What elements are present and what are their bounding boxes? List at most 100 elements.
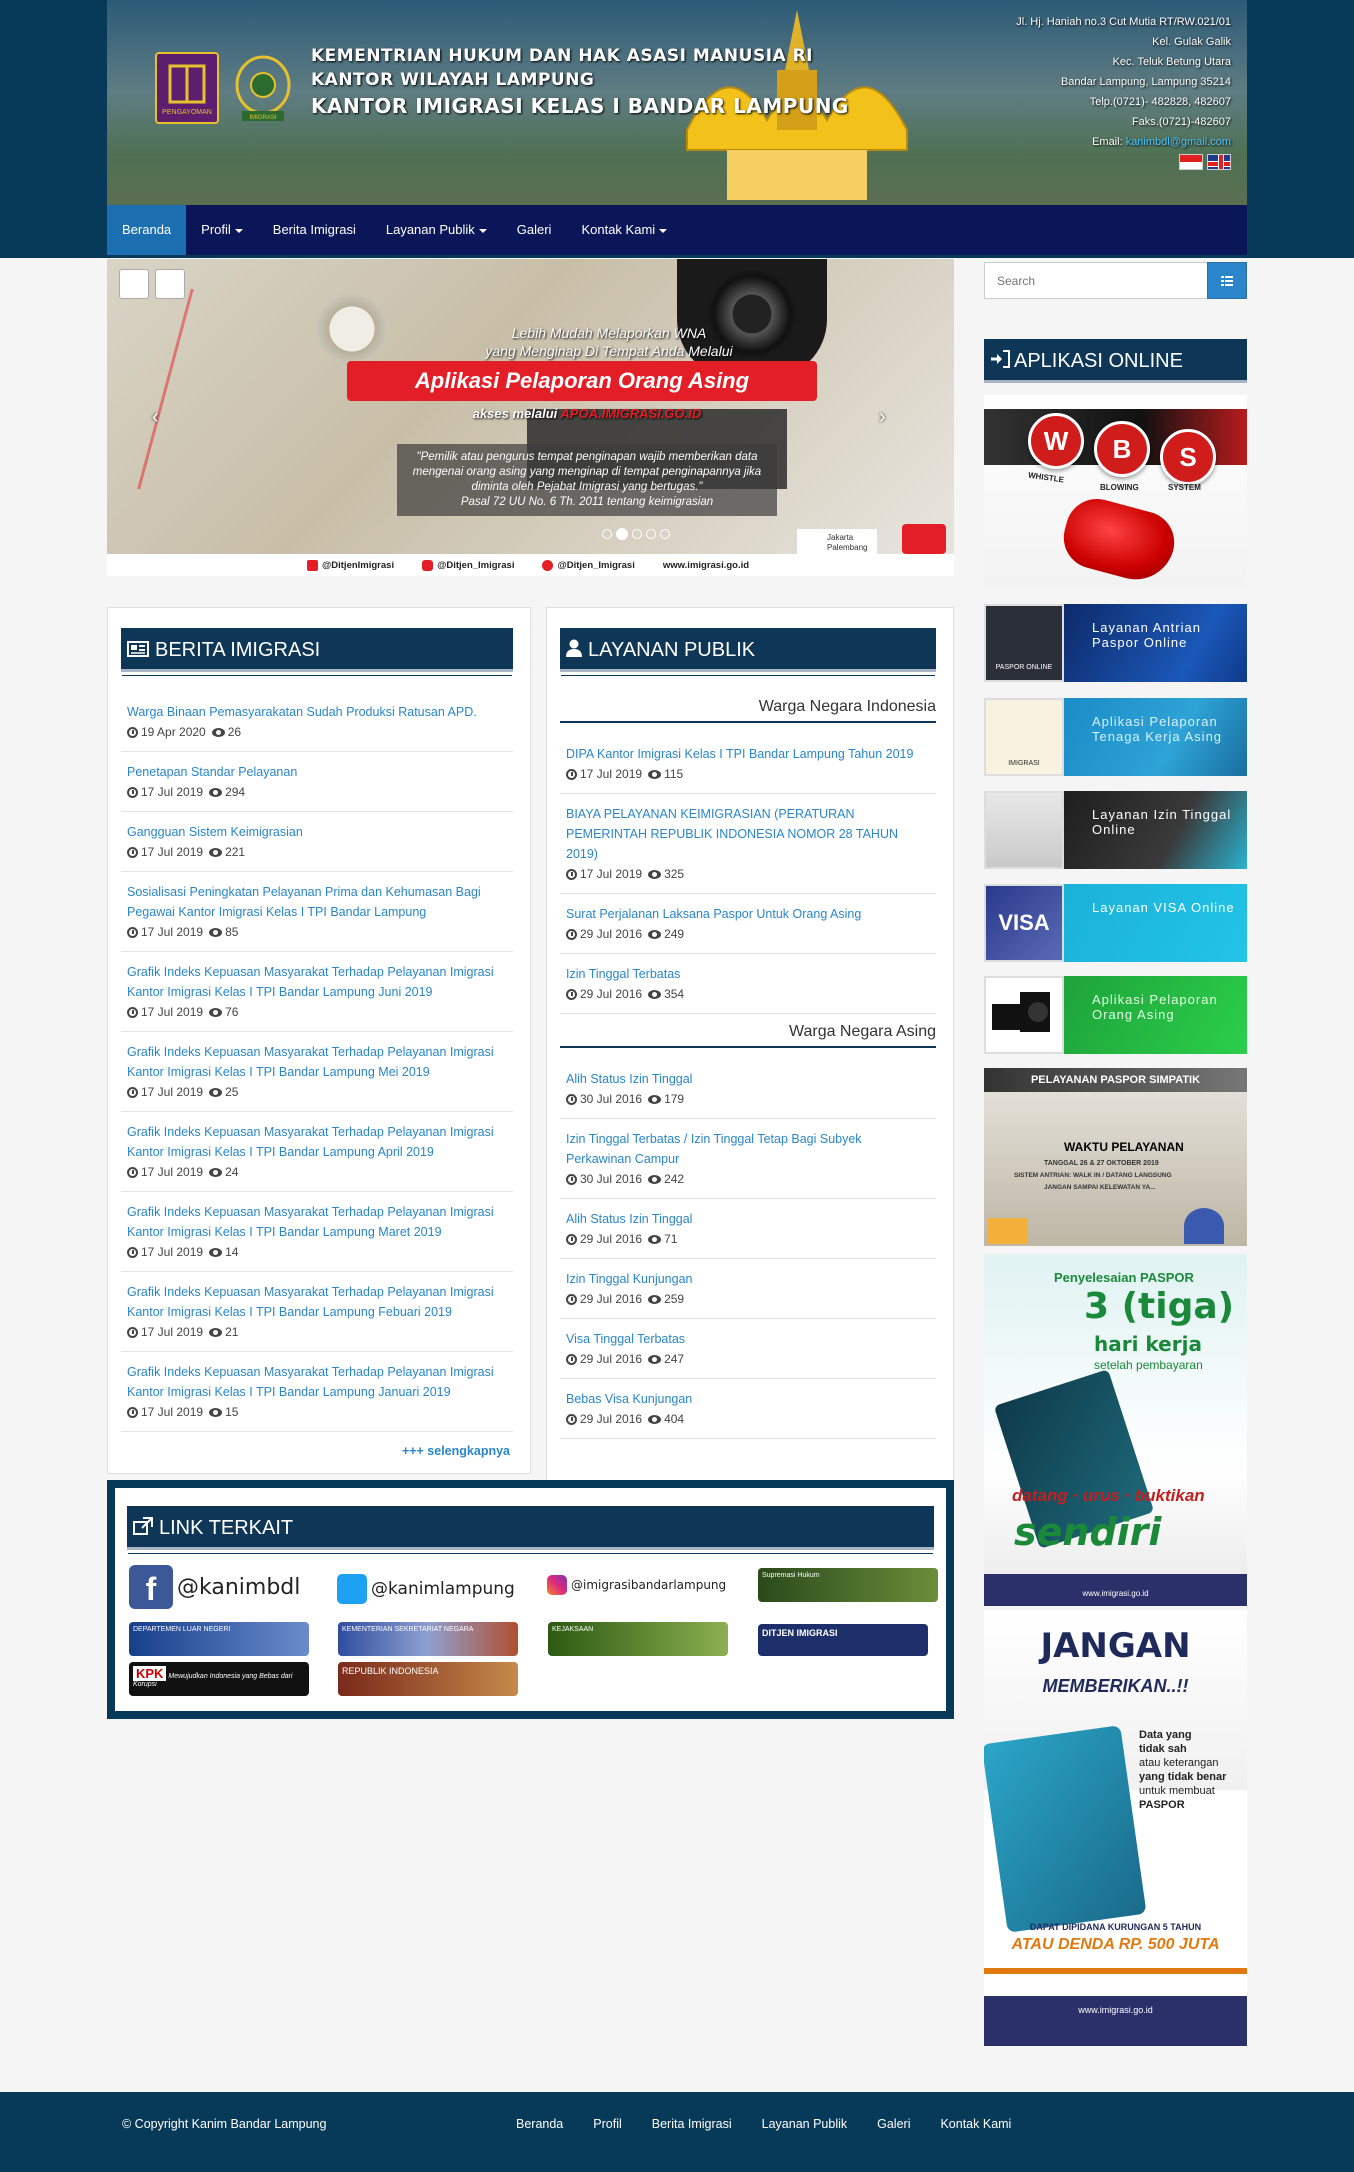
footer-link-layanan[interactable]: Layanan Publik — [762, 2117, 847, 2131]
item-title-link[interactable]: Izin Tinggal Terbatas / Izin Tinggal Tet… — [566, 1129, 930, 1169]
sekneg-banner[interactable]: KEMENTERIAN SEKRETARIAT NEGARA — [338, 1622, 518, 1656]
republik-indonesia-banner[interactable]: REPUBLIK INDONESIA — [338, 1662, 518, 1696]
item-title-link[interactable]: Surat Perjalanan Laksana Paspor Untuk Or… — [566, 904, 930, 924]
paspor-online-link[interactable]: PASPOR ONLINE Layanan Antrian Paspor Onl… — [984, 604, 1247, 682]
item-title-link[interactable]: Grafik Indeks Kepuasan Masyarakat Terhad… — [127, 1122, 507, 1162]
eye-icon — [648, 1234, 662, 1244]
item-title-link[interactable]: Sosialisasi Peningkatan Pelayanan Prima … — [127, 882, 507, 922]
item-views: 24 — [225, 1165, 239, 1179]
item-views: 179 — [664, 1092, 685, 1106]
deplu-banner[interactable]: DEPARTEMEN LUAR NEGERI — [129, 1622, 309, 1656]
clock-icon — [566, 988, 577, 1000]
eye-icon — [209, 847, 223, 857]
facebook-icon: f — [129, 1565, 173, 1609]
item-views: 325 — [664, 867, 685, 881]
item-title-link[interactable]: Gangguan Sistem Keimigrasian — [127, 822, 507, 842]
promo-carousel[interactable]: Lebih Mudah Melaporkan WNA yang Menginap… — [107, 259, 954, 576]
footer-link-beranda[interactable]: Beranda — [516, 2117, 563, 2131]
compass-image — [317, 294, 387, 364]
izin-tinggal-link[interactable]: Layanan Izin Tinggal Online — [984, 791, 1247, 869]
footer-nav: Beranda Profil Berita Imigrasi Layanan P… — [516, 2117, 1011, 2131]
search-box — [984, 262, 1247, 299]
carousel-dot[interactable] — [602, 529, 612, 539]
ditjen-imigrasi-banner[interactable]: DITJEN IMIGRASI — [758, 1624, 928, 1656]
apoa-link[interactable]: Aplikasi Pelaporan Orang Asing — [984, 976, 1247, 1054]
item-title-link[interactable]: DIPA Kantor Imigrasi Kelas I TPI Bandar … — [566, 744, 930, 764]
list-item: Visa Tinggal Terbatas 29 Jul 2016 247 — [560, 1319, 936, 1379]
instagram-link[interactable]: @imigrasibandarlampung — [547, 1568, 726, 1602]
eye-icon — [648, 1174, 662, 1184]
carousel-dot[interactable] — [646, 529, 656, 539]
item-meta: 17 Jul 2019 76 — [127, 1002, 507, 1022]
item-title-link[interactable]: Penetapan Standar Pelayanan — [127, 762, 507, 782]
eye-icon — [648, 1354, 662, 1364]
clock-icon — [566, 868, 577, 880]
supremasi-hukum-banner[interactable]: Supremasi Hukum — [758, 1568, 938, 1602]
list-item: DIPA Kantor Imigrasi Kelas I TPI Bandar … — [560, 734, 936, 794]
item-meta: 29 Jul 2016 259 — [566, 1289, 930, 1309]
item-title-link[interactable]: Bebas Visa Kunjungan — [566, 1389, 930, 1409]
item-date: 17 Jul 2019 — [141, 785, 204, 799]
item-title-link[interactable]: Warga Binaan Pemasyarakatan Sudah Produk… — [127, 702, 507, 722]
tka-link[interactable]: IMIGRASI Aplikasi Pelaporan Tenaga Kerja… — [984, 698, 1247, 776]
carousel-social-bar: @DitjenImigrasi @Ditjen_Imigrasi @Ditjen… — [107, 554, 954, 576]
footer-link-profil[interactable]: Profil — [593, 2117, 621, 2131]
item-date: 17 Jul 2019 — [141, 1245, 204, 1259]
main-content: Lebih Mudah Melaporkan WNA yang Menginap… — [0, 0, 1354, 2172]
item-views: 247 — [664, 1352, 685, 1366]
clock-icon — [127, 786, 138, 798]
item-title-link[interactable]: Izin Tinggal Kunjungan — [566, 1269, 930, 1289]
item-meta: 17 Jul 2019 221 — [127, 842, 507, 862]
paspor-simpatik-banner[interactable]: PELAYANAN PASPOR SIMPATIK WAKTU PELAYANA… — [984, 1068, 1247, 1246]
clock-icon — [566, 1353, 577, 1365]
eye-icon — [209, 787, 223, 797]
site-footer: © Copyright Kanim Bandar Lampung Beranda… — [0, 2092, 1354, 2172]
search-button[interactable] — [1207, 262, 1247, 299]
visa-online-link[interactable]: VISA Layanan VISA Online — [984, 884, 1247, 962]
item-title-link[interactable]: BIAYA PELAYANAN KEIMIGRASIAN (PERATURAN … — [566, 804, 930, 864]
item-title-link[interactable]: Grafik Indeks Kepuasan Masyarakat Terhad… — [127, 1282, 507, 1322]
item-date: 17 Jul 2019 — [141, 925, 204, 939]
clock-icon — [127, 846, 138, 858]
carousel-prev-icon[interactable]: ‹ — [152, 406, 159, 429]
paspor-tiga-hari-banner[interactable]: Penyelesaian PASPOR 3 (tiga) hari kerja … — [984, 1254, 1247, 1606]
item-title-link[interactable]: Alih Status Izin Tinggal — [566, 1069, 930, 1089]
search-input[interactable] — [984, 262, 1207, 299]
item-title-link[interactable]: Izin Tinggal Terbatas — [566, 964, 930, 984]
clock-icon — [127, 1326, 138, 1338]
item-meta: 17 Jul 2019 325 — [566, 864, 930, 884]
carousel-dot[interactable] — [660, 529, 670, 539]
carousel-dot-active[interactable] — [616, 528, 628, 540]
eye-icon — [648, 869, 662, 879]
layanan-heading: LAYANAN PUBLIK — [560, 628, 936, 672]
berita-panel: BERITA IMIGRASI Warga Binaan Pemasyaraka… — [107, 607, 531, 1474]
footer-link-berita[interactable]: Berita Imigrasi — [652, 2117, 732, 2131]
carousel-next-icon[interactable]: › — [879, 406, 886, 429]
link-terkait-heading: LINK TERKAIT — [127, 1506, 934, 1550]
item-title-link[interactable]: Visa Tinggal Terbatas — [566, 1329, 930, 1349]
eye-icon — [209, 927, 223, 937]
item-title-link[interactable]: Alih Status Izin Tinggal — [566, 1209, 930, 1229]
facebook-link[interactable]: f @kanimbdl — [129, 1565, 300, 1609]
item-views: 115 — [664, 767, 684, 781]
list-item: Grafik Indeks Kepuasan Masyarakat Terhad… — [121, 1032, 513, 1112]
footer-link-kontak[interactable]: Kontak Kami — [940, 2117, 1011, 2131]
item-title-link[interactable]: Grafik Indeks Kepuasan Masyarakat Terhad… — [127, 1362, 507, 1402]
item-title-link[interactable]: Grafik Indeks Kepuasan Masyarakat Terhad… — [127, 962, 507, 1002]
jangan-memberikan-banner[interactable]: JANGAN MEMBERIKAN..!! Data yang tidak sa… — [984, 1610, 1247, 2046]
item-views: 25 — [225, 1085, 239, 1099]
item-date: 29 Jul 2016 — [580, 1292, 643, 1306]
carousel-dot[interactable] — [632, 529, 642, 539]
list-item: BIAYA PELAYANAN KEIMIGRASIAN (PERATURAN … — [560, 794, 936, 894]
footer-link-galeri[interactable]: Galeri — [877, 2117, 910, 2131]
item-title-link[interactable]: Grafik Indeks Kepuasan Masyarakat Terhad… — [127, 1042, 507, 1082]
wbs-banner[interactable]: W B S WHISTLE BLOWING SYSTEM — [984, 395, 1247, 589]
kejaksaan-banner[interactable]: KEJAKSAAN — [548, 1622, 728, 1656]
twitter-link[interactable]: @kanimlampung — [337, 1572, 515, 1606]
item-meta: 29 Jul 2016 354 — [566, 984, 930, 1004]
item-title-link[interactable]: Grafik Indeks Kepuasan Masyarakat Terhad… — [127, 1202, 507, 1242]
more-news-link[interactable]: +++ selengkapnya — [402, 1444, 510, 1458]
wni-subheading: Warga Negara Indonesia — [560, 698, 936, 723]
list-item: Izin Tinggal Terbatas 29 Jul 2016 354 — [560, 954, 936, 1014]
kpk-banner[interactable]: KPK Mewujudkan Indonesia yang Bebas dari… — [129, 1662, 309, 1696]
